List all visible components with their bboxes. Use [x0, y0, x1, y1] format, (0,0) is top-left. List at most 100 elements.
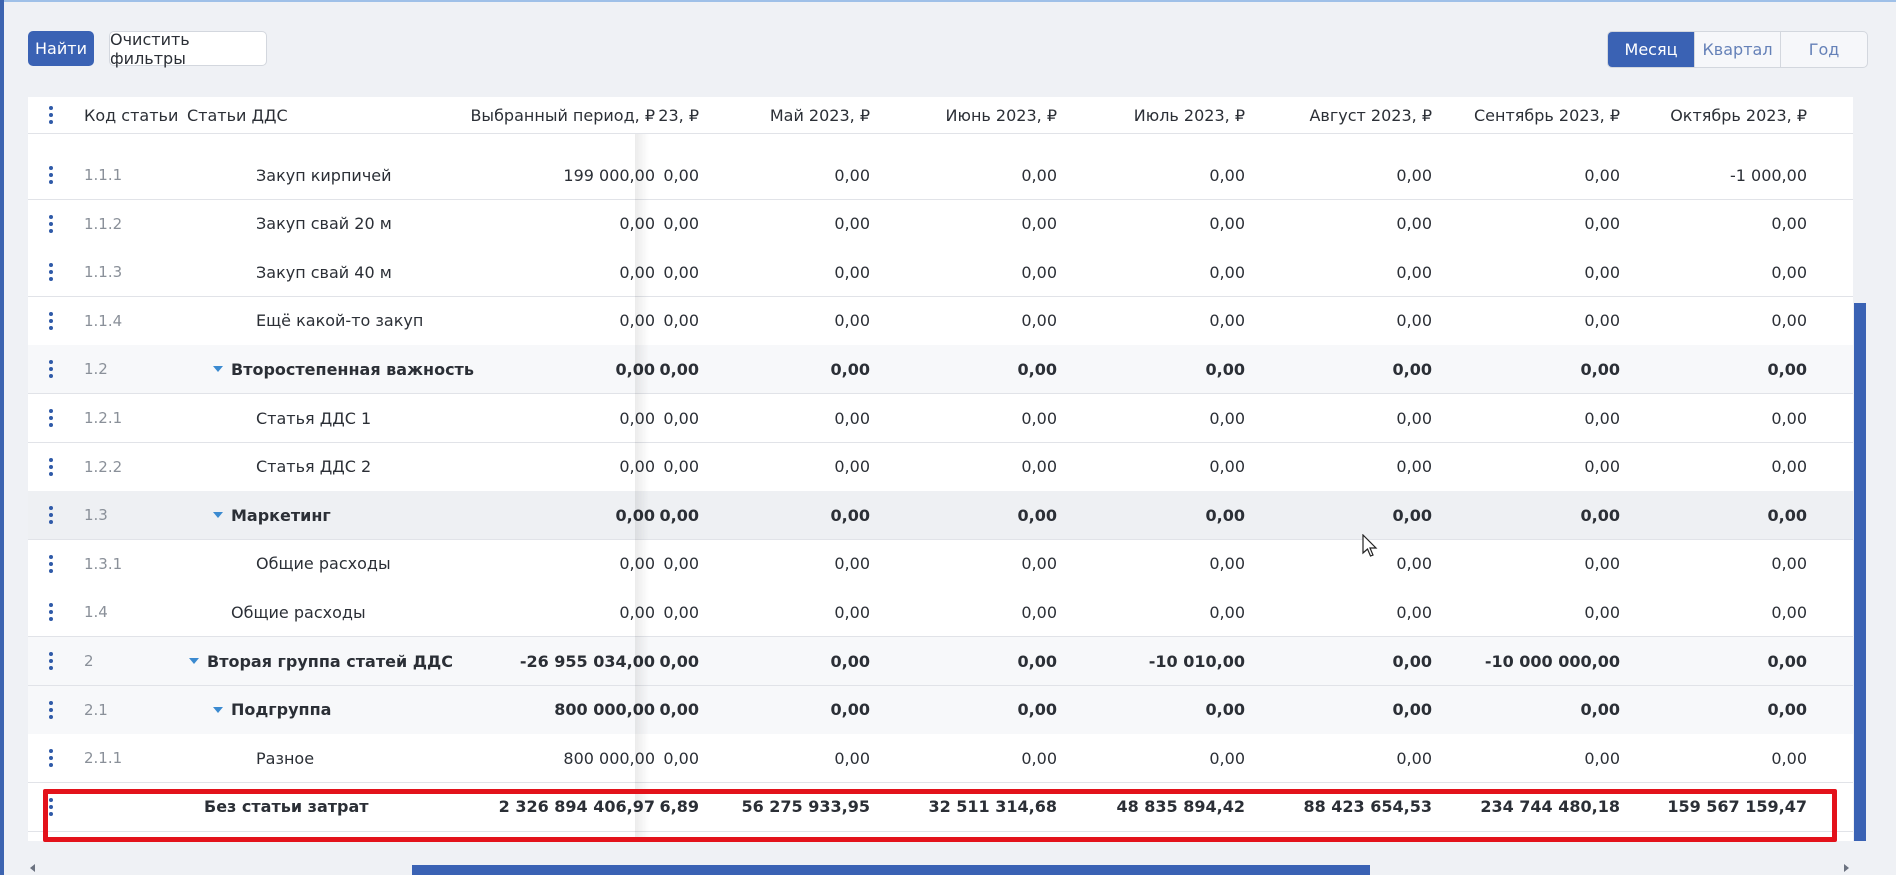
row-menu-icon[interactable] — [48, 358, 54, 380]
header-code[interactable]: Код статьи — [84, 97, 178, 133]
header-month-0[interactable]: Май 2023, ₽ — [699, 97, 870, 133]
row-month-value: 0,00 — [1396, 262, 1432, 282]
header-month-5[interactable]: Октябрь 2023, ₽ — [1636, 97, 1807, 133]
row-month-value: 0,00 — [834, 748, 870, 768]
vertical-scrollbar[interactable] — [1854, 303, 1866, 841]
expand-caret-icon[interactable] — [189, 658, 199, 664]
row-menu-icon[interactable] — [48, 164, 54, 186]
header-name[interactable]: Статьи ДДС — [187, 97, 288, 133]
table-row[interactable]: 1.2.1 Статья ДДС 1 0,00 0,00 0,00 0,00 0,00 0,0… — [28, 394, 1853, 443]
row-month-value: 0,00 — [1580, 505, 1620, 525]
row-month-value: 0,00 — [830, 505, 870, 525]
table-row[interactable]: 1.2.2 Статья ДДС 2 0,00 0,00 0,00 0,00 0,00 0,0… — [28, 442, 1853, 492]
row-month-value: 0,00 — [834, 311, 870, 331]
row-menu-icon[interactable] — [48, 650, 54, 672]
horizontal-scrollbar-thumb[interactable] — [412, 865, 1370, 875]
header-selected-period[interactable]: Выбранный период, ₽ — [408, 97, 655, 133]
header-month-3[interactable]: Август 2023, ₽ — [1261, 97, 1432, 133]
row-month-value: 0,00 — [1584, 554, 1620, 574]
row-name: Общие расходы — [231, 588, 366, 636]
row-menu-icon[interactable] — [48, 310, 54, 332]
row-month-value: 0,00 — [1021, 408, 1057, 428]
header-menu-icon[interactable] — [48, 104, 54, 126]
row-month-value: -1 000,00 — [1729, 165, 1807, 185]
row-month-value: 0,00 — [1392, 505, 1432, 525]
row-code: 2 — [84, 652, 94, 670]
row-menu-icon[interactable] — [48, 504, 54, 526]
period-year-button[interactable]: Год — [1780, 32, 1867, 67]
row-month-value: 0,00 — [1205, 359, 1245, 379]
row-month-value: 0,00 — [1209, 165, 1245, 185]
row-month-value: 0,00 — [1017, 359, 1057, 379]
row-name: Статья ДДС 2 — [256, 443, 371, 491]
table-row[interactable]: 1.1.2 Закуп свай 20 м 0,00 0,00 0,00 0,00 0,00… — [28, 199, 1853, 249]
row-code: 1.1.1 — [84, 166, 123, 184]
window-left-edge — [0, 0, 4, 875]
row-month-value: 0,00 — [830, 359, 870, 379]
row-month-value: 0,00 — [834, 554, 870, 574]
find-button[interactable]: Найти — [28, 31, 94, 66]
row-menu-icon[interactable] — [48, 213, 54, 235]
expand-caret-icon[interactable] — [213, 366, 223, 373]
clear-filters-button[interactable]: Очистить фильтры — [109, 30, 267, 68]
row-menu-icon[interactable] — [48, 699, 54, 721]
row-month-value: 0,00 — [1771, 602, 1807, 622]
table-row[interactable]: 1.1.3 Закуп свай 40 м 0,00 0,00 0,00 0,00 0,00… — [28, 248, 1853, 298]
row-name: Статья ДДС 1 — [256, 394, 371, 442]
row-month-value: 0,00 — [1209, 214, 1245, 234]
row-menu-icon[interactable] — [48, 747, 54, 769]
row-name-text: Закуп свай 40 м — [256, 262, 392, 282]
row-selected-value: 0,00 — [619, 408, 655, 428]
row-menu-icon[interactable] — [48, 601, 54, 623]
row-month-value: 0,00 — [1584, 165, 1620, 185]
row-selected-value: 800 000,00 — [563, 748, 655, 768]
row-partial-value: 0,00 — [663, 165, 699, 185]
row-month-value: 0,00 — [1209, 262, 1245, 282]
row-code: 1.2.2 — [84, 457, 123, 476]
row-month-value: 0,00 — [1771, 311, 1807, 331]
header-month-1[interactable]: Июнь 2023, ₽ — [886, 97, 1057, 133]
row-month-value: 0,00 — [834, 262, 870, 282]
row-menu-icon[interactable] — [48, 456, 54, 478]
row-code: 2.1 — [84, 700, 108, 719]
row-name-text: Закуп кирпичей — [256, 165, 392, 185]
row-code: 1.2 — [84, 360, 108, 379]
table-row[interactable]: 1.4 Общие расходы 0,00 0,00 0,00 0,00 0,00 0,00… — [28, 588, 1853, 638]
table-row[interactable]: 2.1.1 Разное 800 000,00 0,00 0,00 0,00 0,00 0,0… — [28, 734, 1853, 784]
table-row[interactable]: 1.3 Маркетинг 0,00 0,00 0,00 0,00 0,00 0,00 0,00… — [28, 491, 1853, 541]
row-code: 1.1.2 — [84, 214, 123, 233]
row-menu-icon[interactable] — [48, 407, 54, 429]
table-header: Код статьи Статьи ДДС Выбранный период, … — [28, 97, 1853, 134]
row-month-value: 0,00 — [1584, 602, 1620, 622]
table-row[interactable]: 1.1.1 Закуп кирпичей 199 000,00 0,00 0,00 0,0… — [28, 151, 1853, 200]
row-name-text: Разное — [256, 748, 315, 768]
row-code: 1.3.1 — [84, 554, 123, 573]
header-month-2[interactable]: Июль 2023, ₽ — [1074, 97, 1245, 133]
row-name: Закуп кирпичей — [256, 151, 392, 199]
period-quarter-button[interactable]: Квартал — [1694, 32, 1780, 67]
header-month-4[interactable]: Сентябрь 2023, ₽ — [1449, 97, 1620, 133]
row-partial-value: 0,00 — [663, 262, 699, 282]
row-partial-value: 0,00 — [659, 700, 699, 720]
scroll-left-arrow-icon[interactable] — [30, 864, 35, 872]
table-row[interactable]: 1.2 Второстепенная важность 0,00 0,00 0,00 0,… — [28, 345, 1853, 395]
row-menu-icon[interactable] — [48, 261, 54, 283]
expand-caret-icon[interactable] — [213, 706, 223, 713]
header-partial-month[interactable]: 23, ₽ — [635, 97, 699, 133]
table-row[interactable]: 1.1.4 Ещё какой-то закуп 0,00 0,00 0,00 0,00 0… — [28, 296, 1853, 346]
row-menu-icon[interactable] — [48, 553, 54, 575]
row-month-value: 0,00 — [1209, 457, 1245, 477]
row-month-value: 0,00 — [1767, 651, 1807, 671]
period-month-button[interactable]: Месяц — [1608, 32, 1694, 67]
cashflow-table: Код статьи Статьи ДДС Выбранный период, … — [28, 97, 1853, 841]
row-month-value: 0,00 — [1767, 700, 1807, 720]
table-row[interactable]: 1.3.1 Общие расходы 0,00 0,00 0,00 0,00 0,00 0,… — [28, 539, 1853, 589]
table-row[interactable]: 2 Вторая группа статей ДДС -26 955 034,00 0… — [28, 637, 1853, 686]
row-code: 1.1.4 — [84, 311, 123, 330]
row-month-value: 0,00 — [834, 214, 870, 234]
table-row[interactable]: 2.1 Подгруппа 800 000,00 0,00 0,00 0,00 0,00 0,… — [28, 685, 1853, 735]
expand-caret-icon[interactable] — [213, 512, 223, 519]
row-name-text: Ещё какой-то закуп — [256, 311, 424, 331]
row-month-value: 0,00 — [1584, 262, 1620, 282]
scroll-right-arrow-icon[interactable] — [1844, 864, 1849, 872]
